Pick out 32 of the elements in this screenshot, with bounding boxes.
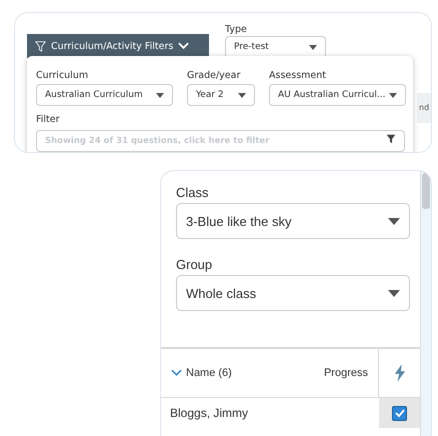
chevron-icon — [171, 369, 182, 377]
filter-toggle-button[interactable]: Curriculum/Activity Filters — [27, 34, 209, 58]
select-label: Assessment — [269, 70, 327, 81]
dropdown-select[interactable]: AU Australian Curricul... — [269, 84, 406, 106]
type-select[interactable]: Pre-test — [225, 36, 326, 58]
select-label: Group — [176, 257, 214, 272]
dropdown-icon — [388, 290, 400, 296]
filter-label: Filter — [36, 114, 61, 125]
dropdown-select[interactable]: Year 2 — [187, 84, 255, 106]
dropdown-select[interactable]: Whole class — [176, 275, 410, 311]
column-header[interactable]: Name (6) — [161, 367, 324, 379]
dropdown-icon — [389, 92, 397, 98]
lightning-icon — [394, 364, 406, 382]
checkbox[interactable] — [392, 406, 407, 420]
dropdown-icon — [156, 92, 164, 98]
select-label: Class — [176, 185, 210, 200]
select-label: Curriculum — [36, 70, 90, 81]
filter-field[interactable]: Showing 24 of 31 questions, click here to filter — [36, 130, 405, 152]
select-label: Grade/year — [187, 70, 242, 81]
student-name: Bloggs, Jimmy — [169, 406, 250, 420]
funnel-icon — [35, 40, 46, 52]
funnel-icon — [386, 134, 396, 144]
dropdown-select[interactable]: Australian Curriculum — [36, 84, 173, 106]
dropdown-icon — [238, 92, 246, 98]
dropdown-select[interactable]: 3-Blue like the sky — [176, 203, 410, 239]
column-header: Progress — [324, 367, 369, 379]
table-header: nd — [417, 93, 431, 123]
type-label: Type — [225, 24, 248, 35]
scrollbar[interactable] — [420, 171, 431, 436]
chevron-icon — [178, 42, 190, 50]
dropdown-icon — [388, 218, 400, 224]
dropdown-icon — [309, 44, 317, 50]
